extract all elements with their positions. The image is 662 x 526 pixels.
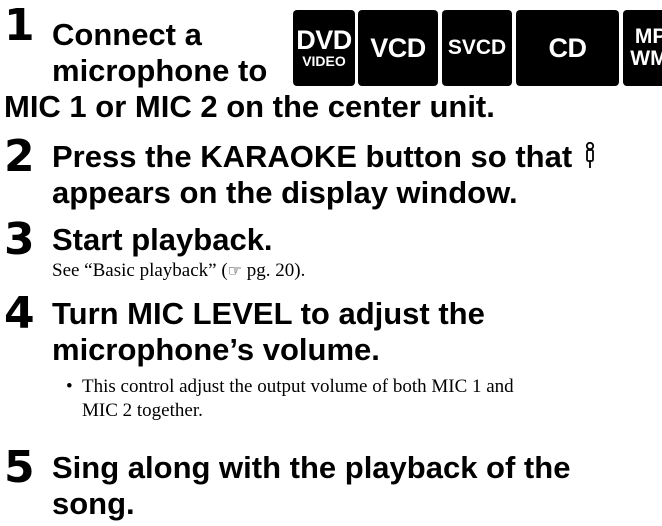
step-2: 2 Press the KARAOKE button so that appea… <box>0 132 662 212</box>
step-heading-line: microphone’s volume. <box>52 332 380 367</box>
step-heading-line: appears on the display window. <box>52 175 518 210</box>
step-number: 1 <box>4 0 35 51</box>
page: { "formats": [ {"main": "DVD", "sub": "V… <box>0 0 662 526</box>
step-number: 5 <box>4 442 35 493</box>
step-heading-line: Connect a <box>52 17 202 52</box>
reference-icon: ☞ <box>227 261 243 280</box>
step-1: 1 Connect a microphone to MIC 1 or MIC 2… <box>0 0 662 130</box>
step-heading-line: song. <box>52 486 135 521</box>
step-heading-line: Press the KARAOKE button so that <box>52 139 598 174</box>
step-heading-line: Start playback. <box>52 222 273 257</box>
step-5: 5 Sing along with the playback of the so… <box>0 446 662 526</box>
note-text: See “Basic playback” ( <box>52 260 228 281</box>
step-heading-line: Turn MIC LEVEL to adjust the <box>52 296 485 331</box>
step-note: See “Basic playback” (☞ pg. 20). <box>52 259 305 282</box>
bullet-text-line: MIC 2 together. <box>82 400 203 421</box>
bullet-text-line: This control adjust the output volume of… <box>82 376 514 397</box>
step-4: 4 Turn MIC LEVEL to adjust the microphon… <box>0 292 662 432</box>
step-heading-line: MIC 1 or MIC 2 on the center unit. <box>4 89 495 124</box>
step-heading-line: Sing along with the playback of the <box>52 450 571 485</box>
note-text: pg. 20). <box>242 260 306 281</box>
step-number: 4 <box>4 288 35 339</box>
step-heading-line: microphone to <box>52 53 268 88</box>
bullet-glyph: • <box>66 376 73 397</box>
step-heading-text: Press the KARAOKE button so that <box>52 139 573 174</box>
step-number: 3 <box>4 214 35 265</box>
microphone-icon <box>582 141 598 170</box>
step-3: 3 Start playback. See “Basic playback” (… <box>0 218 662 288</box>
step-number: 2 <box>4 131 35 182</box>
